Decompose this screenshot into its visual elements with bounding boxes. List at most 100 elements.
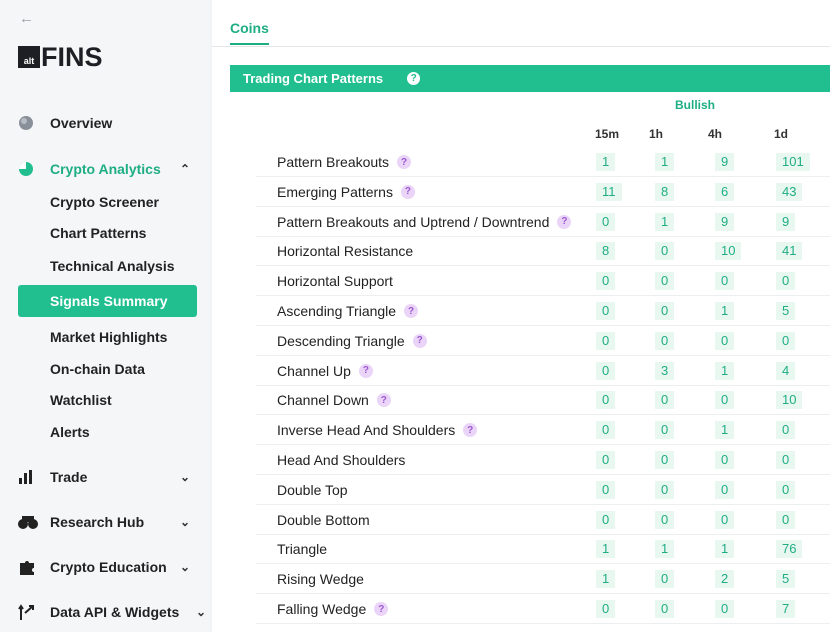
arrow-left-icon[interactable]: ← — [19, 10, 34, 27]
value-cell-15m[interactable]: 0 — [596, 600, 616, 618]
question-icon[interactable]: ? — [358, 363, 373, 378]
value-cell-15m[interactable]: 0 — [596, 272, 616, 291]
value-cell-15m[interactable]: 1 — [596, 540, 616, 559]
value-cell-15m[interactable]: 0 — [596, 510, 616, 529]
pattern-label[interactable]: Horizontal Support — [277, 273, 393, 289]
value-cell-1d[interactable]: 0 — [776, 480, 796, 499]
value-cell-4h[interactable]: 0 — [715, 391, 735, 410]
question-icon[interactable]: ? — [412, 333, 427, 348]
value-cell-1h[interactable]: 0 — [655, 302, 675, 320]
nav-crypto-education[interactable]: Crypto Education ⌄ — [18, 557, 190, 577]
pattern-label[interactable]: Triangle — [277, 541, 327, 557]
table-row[interactable]: Head And Shoulders 0 0 0 0 — [256, 445, 830, 475]
value-cell-4h[interactable]: 1 — [715, 361, 735, 380]
value-cell-4h[interactable]: 10 — [715, 242, 742, 261]
pattern-label[interactable]: Emerging Patterns? — [277, 184, 415, 200]
value-cell-4h[interactable]: 1 — [715, 302, 735, 320]
question-icon[interactable]: ? — [397, 155, 412, 169]
table-row[interactable]: Horizontal Support 0 0 0 0 — [256, 266, 830, 297]
pattern-label[interactable]: Rising Wedge — [277, 571, 364, 587]
pattern-label[interactable]: Descending Triangle? — [277, 333, 427, 349]
value-cell-4h[interactable]: 2 — [715, 570, 735, 589]
question-icon[interactable]: ? — [557, 214, 572, 229]
value-cell-1d[interactable]: 41 — [776, 242, 803, 261]
table-row[interactable]: Ascending Triangle? 0 0 1 5 — [256, 296, 830, 326]
value-cell-1h[interactable]: 8 — [655, 182, 675, 201]
column-header-4h[interactable]: 4h — [708, 127, 722, 141]
nav-overview[interactable]: Overview — [18, 113, 112, 133]
altfins-logo[interactable]: alt FINS — [18, 44, 103, 71]
sidebar-item-on-chain-data[interactable]: On-chain Data — [50, 361, 145, 377]
value-cell-1d[interactable]: 43 — [776, 182, 803, 201]
pattern-label[interactable]: Double Top — [277, 482, 348, 498]
pattern-label[interactable]: Horizontal Resistance — [277, 243, 413, 259]
table-row[interactable]: Double Bottom 0 0 0 0 — [256, 505, 830, 535]
sidebar-item-crypto-screener[interactable]: Crypto Screener — [50, 194, 159, 210]
value-cell-4h[interactable]: 1 — [715, 540, 735, 559]
table-row[interactable]: Descending Triangle? 0 0 0 0 — [256, 326, 830, 356]
value-cell-15m[interactable]: 11 — [596, 182, 622, 201]
table-row[interactable]: Rising Wedge 1 0 2 5 — [256, 564, 830, 595]
pattern-label[interactable]: Ascending Triangle? — [277, 303, 419, 319]
nav-crypto-analytics[interactable]: Crypto Analytics ⌃ — [18, 159, 190, 179]
table-row[interactable]: Double Top 0 0 0 0 — [256, 475, 830, 505]
value-cell-1d[interactable]: 4 — [776, 361, 796, 380]
pattern-label[interactable]: Channel Up? — [277, 363, 373, 379]
value-cell-1h[interactable]: 0 — [655, 242, 675, 261]
question-icon[interactable]: ? — [376, 393, 391, 408]
value-cell-1h[interactable]: 3 — [655, 361, 675, 380]
table-row[interactable]: Emerging Patterns? 11 8 6 43 — [256, 177, 830, 207]
value-cell-1h[interactable]: 0 — [655, 421, 675, 440]
value-cell-1h[interactable]: 0 — [655, 600, 675, 618]
value-cell-15m[interactable]: 0 — [596, 361, 616, 380]
value-cell-1h[interactable]: 0 — [655, 391, 675, 410]
value-cell-1h[interactable]: 0 — [655, 570, 675, 589]
nav-trade[interactable]: Trade ⌄ — [18, 467, 190, 487]
value-cell-4h[interactable]: 0 — [715, 272, 735, 291]
sidebar-item-alerts[interactable]: Alerts — [50, 424, 90, 440]
value-cell-4h[interactable]: 9 — [715, 153, 735, 171]
table-row[interactable]: Channel Up? 0 3 1 4 — [256, 356, 830, 386]
chevron-down-icon[interactable]: ⌄ — [196, 605, 206, 619]
value-cell-4h[interactable]: 0 — [715, 331, 735, 350]
value-cell-1d[interactable]: 10 — [776, 391, 803, 410]
pattern-label[interactable]: Double Bottom — [277, 512, 370, 528]
value-cell-4h[interactable]: 0 — [715, 480, 735, 499]
sidebar-item-chart-patterns[interactable]: Chart Patterns — [50, 225, 146, 241]
value-cell-15m[interactable]: 0 — [596, 212, 616, 231]
pattern-label[interactable]: Channel Down? — [277, 392, 391, 408]
value-cell-1d[interactable]: 101 — [776, 153, 810, 171]
table-row[interactable]: Falling Wedge? 0 0 0 7 — [256, 594, 830, 624]
pattern-label[interactable]: Pattern Breakouts and Uptrend / Downtren… — [277, 214, 572, 230]
help-icon[interactable]: ? — [407, 72, 421, 85]
value-cell-15m[interactable]: 0 — [596, 451, 616, 469]
sidebar-item-market-highlights[interactable]: Market Highlights — [50, 329, 167, 345]
value-cell-15m[interactable]: 0 — [596, 421, 616, 440]
table-row[interactable]: Triangle 1 1 1 76 — [256, 534, 830, 565]
table-row[interactable]: Inverse Head And Shoulders? 0 0 1 0 — [256, 415, 830, 446]
value-cell-4h[interactable]: 1 — [715, 421, 735, 440]
value-cell-15m[interactable]: 1 — [596, 153, 616, 171]
question-icon[interactable]: ? — [463, 423, 478, 438]
value-cell-15m[interactable]: 0 — [596, 391, 616, 410]
pattern-label[interactable]: Inverse Head And Shoulders? — [277, 422, 478, 438]
value-cell-15m[interactable]: 0 — [596, 480, 616, 499]
value-cell-4h[interactable]: 0 — [715, 451, 735, 469]
sidebar-item-technical-analysis[interactable]: Technical Analysis — [50, 258, 175, 274]
chevron-down-icon[interactable]: ⌄ — [180, 470, 190, 484]
chevron-down-icon[interactable]: ⌄ — [180, 515, 190, 529]
question-icon[interactable]: ? — [400, 184, 415, 199]
chevron-up-icon[interactable]: ⌃ — [180, 162, 190, 176]
value-cell-1h[interactable]: 0 — [655, 510, 675, 529]
chevron-down-icon[interactable]: ⌄ — [180, 560, 190, 574]
column-header-1h[interactable]: 1h — [649, 127, 663, 141]
question-icon[interactable]: ? — [374, 602, 389, 616]
value-cell-1h[interactable]: 0 — [655, 451, 675, 469]
column-header-1d[interactable]: 1d — [774, 127, 788, 141]
value-cell-4h[interactable]: 0 — [715, 600, 735, 618]
table-row[interactable]: Pattern Breakouts? 1 1 9 101 — [256, 147, 830, 177]
table-row[interactable]: Channel Down? 0 0 0 10 — [256, 385, 830, 416]
value-cell-1d[interactable]: 0 — [776, 421, 796, 440]
value-cell-1h[interactable]: 1 — [655, 540, 675, 559]
value-cell-15m[interactable]: 8 — [596, 242, 616, 261]
